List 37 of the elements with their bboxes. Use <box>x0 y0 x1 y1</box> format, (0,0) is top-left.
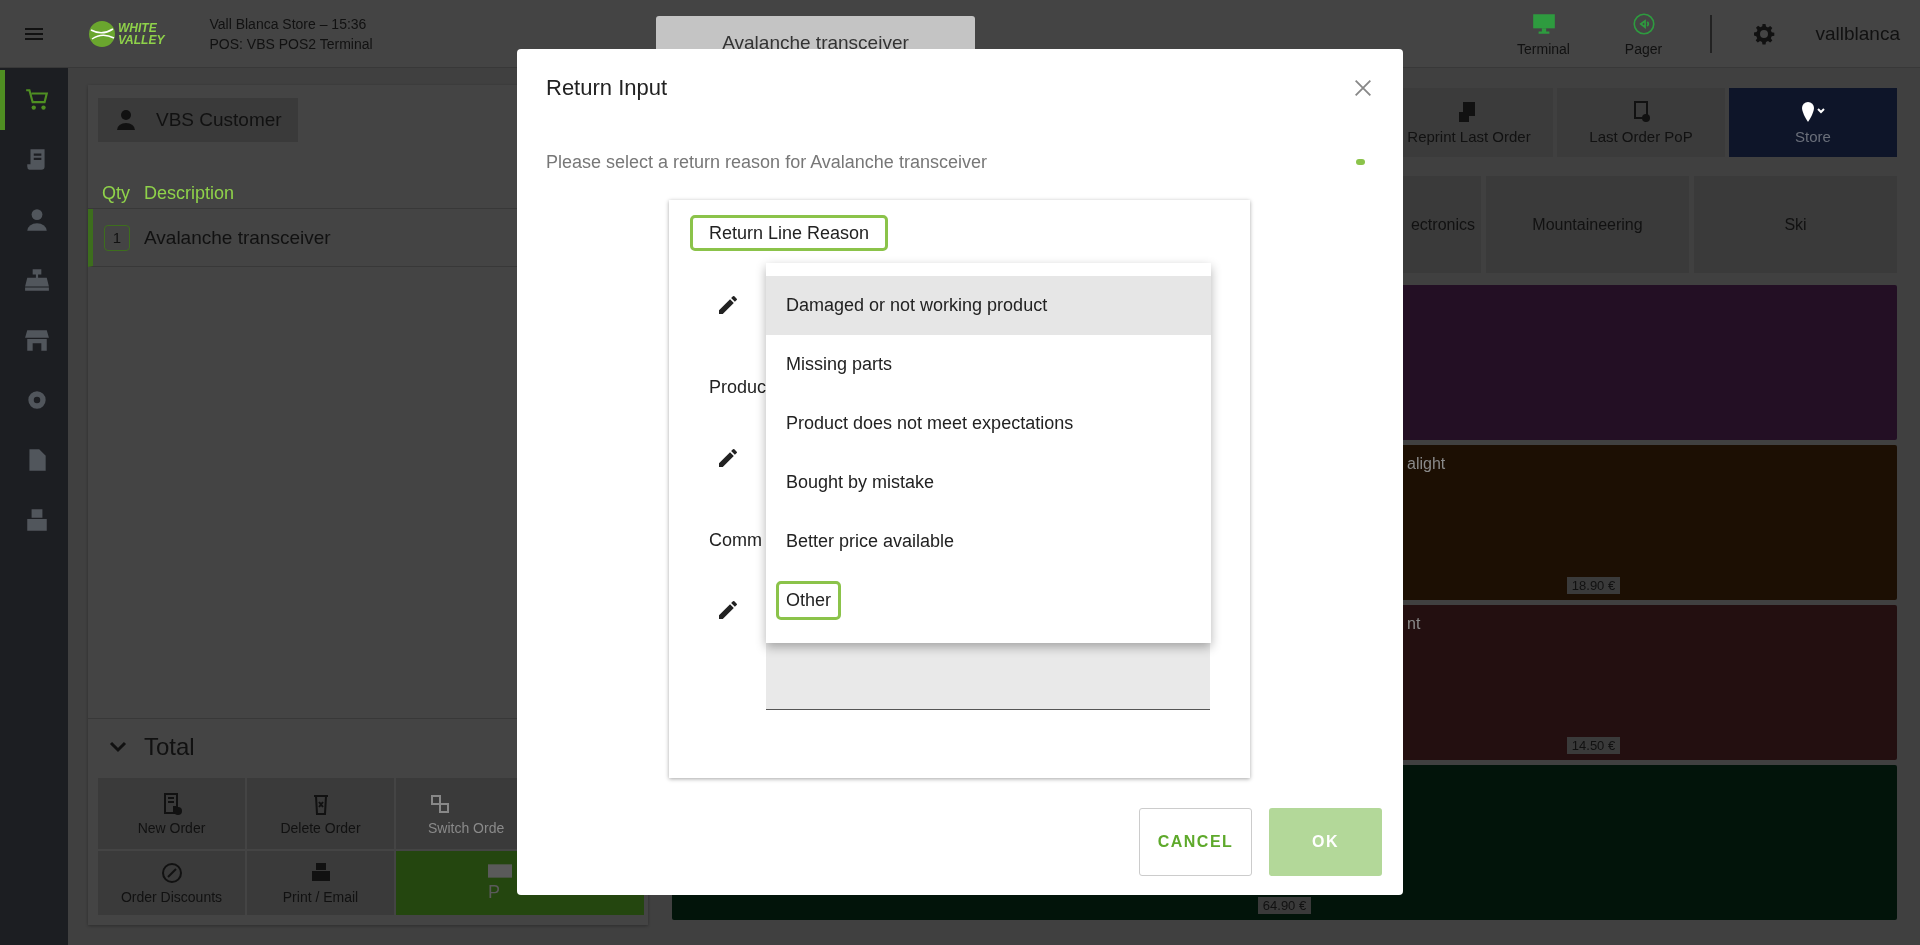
option-row[interactable]: Other <box>766 571 1211 630</box>
pager-icon <box>1630 10 1657 37</box>
cancel-button[interactable]: CANCEL <box>1139 808 1252 876</box>
logo-text: VALLEY <box>118 33 165 46</box>
option-row[interactable]: Better price available <box>766 512 1211 571</box>
store-icon <box>23 327 50 353</box>
close-icon[interactable] <box>1352 77 1374 99</box>
person-icon <box>114 108 138 132</box>
column-header: Description <box>144 182 235 204</box>
dropdown-option[interactable]: Other <box>776 581 842 620</box>
dropdown-option[interactable]: Missing parts <box>776 345 903 384</box>
option-row[interactable]: Damaged or not working product <box>766 276 1211 335</box>
cart-icon <box>23 87 50 113</box>
register-icon <box>23 267 50 293</box>
field-label: Produc <box>709 375 767 399</box>
option-row[interactable]: Product does not meet expectations <box>766 394 1211 453</box>
dialog-message: Please select a return reason for Avalanche transceiver <box>546 151 987 173</box>
pencil-icon <box>716 293 740 317</box>
settings-icon[interactable] <box>1751 21 1776 46</box>
dropdown-option[interactable]: Better price available <box>776 522 965 561</box>
dialog-title: Return Input <box>546 75 668 101</box>
pencil-icon <box>716 598 740 622</box>
comment-field[interactable] <box>766 643 1210 710</box>
field-label[interactable]: Return Line Reason <box>690 215 889 251</box>
toolbar-button[interactable]: Store <box>1729 88 1897 157</box>
logo-text: WHITE <box>118 21 158 34</box>
dropdown-option[interactable]: Product does not meet expectations <box>776 404 1084 443</box>
product-name: nt <box>1407 615 1421 633</box>
dropdown-option[interactable]: Damaged or not working product <box>776 286 1058 325</box>
pencil-icon <box>716 446 740 470</box>
option-row[interactable]: Missing parts <box>766 335 1211 394</box>
dropdown-option[interactable]: Bought by mistake <box>776 463 945 502</box>
ball-icon <box>88 19 116 48</box>
product-name: alight <box>1407 455 1446 473</box>
option-row[interactable]: Bought by mistake <box>766 453 1211 512</box>
column-header: Qty <box>102 182 130 204</box>
field-label: Comm <box>709 528 762 552</box>
